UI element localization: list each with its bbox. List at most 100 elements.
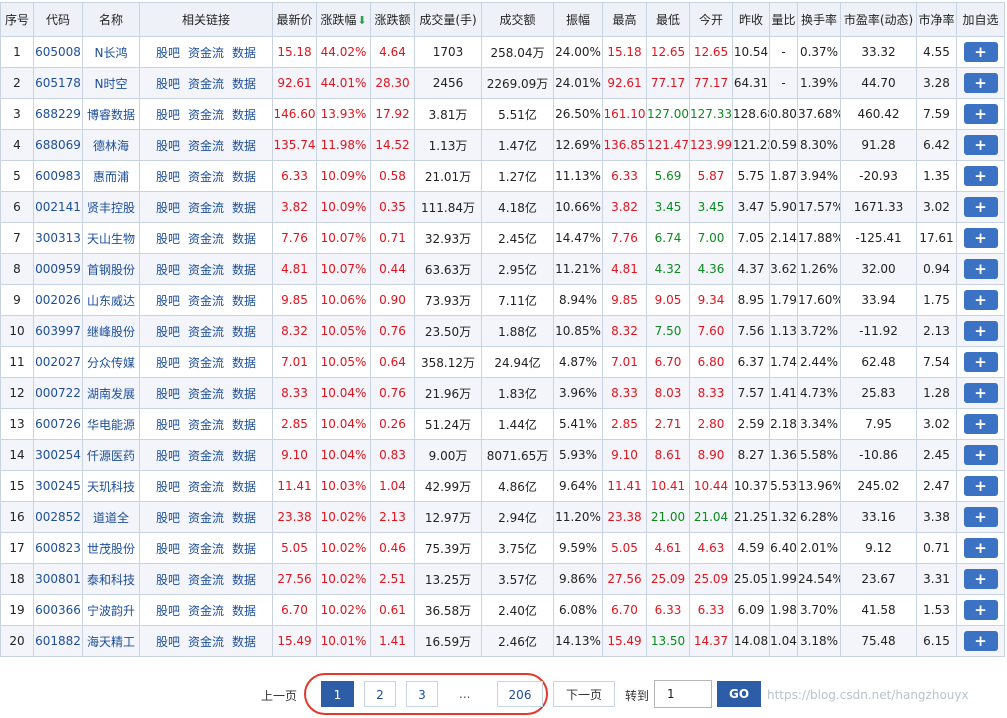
guba-link[interactable]: 股吧 bbox=[156, 387, 180, 401]
stock-name-link[interactable]: 华电能源 bbox=[82, 408, 140, 440]
stock-code-link[interactable]: 600726 bbox=[33, 408, 83, 440]
page-last-button[interactable]: 206 bbox=[497, 681, 543, 707]
fund-flow-link[interactable]: 资金流 bbox=[188, 46, 224, 60]
fund-flow-link[interactable]: 资金流 bbox=[188, 511, 224, 525]
stock-code-link[interactable]: 300245 bbox=[33, 470, 83, 502]
data-link[interactable]: 数据 bbox=[232, 356, 256, 370]
add-watchlist-button[interactable]: + bbox=[963, 104, 998, 124]
stock-name-link[interactable]: 博睿数据 bbox=[82, 98, 140, 130]
stock-code-link[interactable]: 002026 bbox=[33, 284, 83, 316]
stock-code-link[interactable]: 000959 bbox=[33, 253, 83, 285]
guba-link[interactable]: 股吧 bbox=[156, 294, 180, 308]
goto-page-input[interactable] bbox=[654, 680, 712, 708]
stock-name-link[interactable]: 山东威达 bbox=[82, 284, 140, 316]
data-link[interactable]: 数据 bbox=[232, 294, 256, 308]
stock-name-link[interactable]: 宁波韵升 bbox=[82, 594, 140, 626]
next-page-button[interactable]: 下一页 bbox=[553, 681, 615, 707]
add-watchlist-button[interactable]: + bbox=[963, 600, 998, 620]
stock-code-link[interactable]: 605008 bbox=[33, 36, 83, 68]
fund-flow-link[interactable]: 资金流 bbox=[188, 139, 224, 153]
add-watchlist-button[interactable]: + bbox=[963, 228, 998, 248]
fund-flow-link[interactable]: 资金流 bbox=[188, 573, 224, 587]
header-open[interactable]: 今开 bbox=[689, 2, 733, 37]
guba-link[interactable]: 股吧 bbox=[156, 263, 180, 277]
header-amount[interactable]: 成交额 bbox=[481, 2, 554, 37]
stock-code-link[interactable]: 300254 bbox=[33, 439, 83, 471]
fund-flow-link[interactable]: 资金流 bbox=[188, 418, 224, 432]
header-low[interactable]: 最低 bbox=[646, 2, 690, 37]
page-2-button[interactable]: 2 bbox=[364, 681, 396, 707]
fund-flow-link[interactable]: 资金流 bbox=[188, 449, 224, 463]
guba-link[interactable]: 股吧 bbox=[156, 139, 180, 153]
stock-name-link[interactable]: 天玑科技 bbox=[82, 470, 140, 502]
fund-flow-link[interactable]: 资金流 bbox=[188, 387, 224, 401]
stock-name-link[interactable]: N时空 bbox=[82, 67, 140, 99]
add-watchlist-button[interactable]: + bbox=[963, 414, 998, 434]
header-change[interactable]: 涨跌额 bbox=[370, 2, 415, 37]
stock-code-link[interactable]: 000722 bbox=[33, 377, 83, 409]
stock-code-link[interactable]: 688229 bbox=[33, 98, 83, 130]
stock-code-link[interactable]: 603997 bbox=[33, 315, 83, 347]
guba-link[interactable]: 股吧 bbox=[156, 449, 180, 463]
add-watchlist-button[interactable]: + bbox=[963, 321, 998, 341]
stock-code-link[interactable]: 300801 bbox=[33, 563, 83, 595]
add-watchlist-button[interactable]: + bbox=[963, 569, 998, 589]
data-link[interactable]: 数据 bbox=[232, 46, 256, 60]
guba-link[interactable]: 股吧 bbox=[156, 418, 180, 432]
fund-flow-link[interactable]: 资金流 bbox=[188, 77, 224, 91]
header-price[interactable]: 最新价 bbox=[272, 2, 317, 37]
guba-link[interactable]: 股吧 bbox=[156, 46, 180, 60]
add-watchlist-button[interactable]: + bbox=[963, 166, 998, 186]
data-link[interactable]: 数据 bbox=[232, 418, 256, 432]
data-link[interactable]: 数据 bbox=[232, 77, 256, 91]
add-watchlist-button[interactable]: + bbox=[963, 476, 998, 496]
header-pe-ratio[interactable]: 市盈率(动态) bbox=[840, 2, 917, 37]
data-link[interactable]: 数据 bbox=[232, 325, 256, 339]
add-watchlist-button[interactable]: + bbox=[963, 538, 998, 558]
header-prev-close[interactable]: 昨收 bbox=[732, 2, 770, 37]
prev-page-button[interactable]: 上一页 bbox=[261, 687, 297, 704]
data-link[interactable]: 数据 bbox=[232, 201, 256, 215]
stock-name-link[interactable]: 仟源医药 bbox=[82, 439, 140, 471]
guba-link[interactable]: 股吧 bbox=[156, 635, 180, 649]
fund-flow-link[interactable]: 资金流 bbox=[188, 263, 224, 277]
stock-name-link[interactable]: 天山生物 bbox=[82, 222, 140, 254]
data-link[interactable]: 数据 bbox=[232, 635, 256, 649]
add-watchlist-button[interactable]: + bbox=[963, 197, 998, 217]
guba-link[interactable]: 股吧 bbox=[156, 356, 180, 370]
stock-code-link[interactable]: 002141 bbox=[33, 191, 83, 223]
stock-name-link[interactable]: 分众传媒 bbox=[82, 346, 140, 378]
stock-name-link[interactable]: 德林海 bbox=[82, 129, 140, 161]
guba-link[interactable]: 股吧 bbox=[156, 511, 180, 525]
guba-link[interactable]: 股吧 bbox=[156, 232, 180, 246]
stock-name-link[interactable]: 湖南发展 bbox=[82, 377, 140, 409]
add-watchlist-button[interactable]: + bbox=[963, 507, 998, 527]
guba-link[interactable]: 股吧 bbox=[156, 170, 180, 184]
stock-name-link[interactable]: 继峰股份 bbox=[82, 315, 140, 347]
data-link[interactable]: 数据 bbox=[232, 480, 256, 494]
stock-name-link[interactable]: N长鸿 bbox=[82, 36, 140, 68]
data-link[interactable]: 数据 bbox=[232, 449, 256, 463]
guba-link[interactable]: 股吧 bbox=[156, 480, 180, 494]
fund-flow-link[interactable]: 资金流 bbox=[188, 635, 224, 649]
header-turnover[interactable]: 换手率 bbox=[797, 2, 841, 37]
go-button[interactable]: GO bbox=[717, 681, 761, 707]
data-link[interactable]: 数据 bbox=[232, 263, 256, 277]
fund-flow-link[interactable]: 资金流 bbox=[188, 325, 224, 339]
data-link[interactable]: 数据 bbox=[232, 139, 256, 153]
stock-name-link[interactable]: 世茂股份 bbox=[82, 532, 140, 564]
data-link[interactable]: 数据 bbox=[232, 387, 256, 401]
stock-name-link[interactable]: 首钢股份 bbox=[82, 253, 140, 285]
fund-flow-link[interactable]: 资金流 bbox=[188, 356, 224, 370]
page-1-button[interactable]: 1 bbox=[321, 681, 354, 707]
data-link[interactable]: 数据 bbox=[232, 511, 256, 525]
guba-link[interactable]: 股吧 bbox=[156, 77, 180, 91]
data-link[interactable]: 数据 bbox=[232, 604, 256, 618]
guba-link[interactable]: 股吧 bbox=[156, 573, 180, 587]
header-volume-ratio[interactable]: 量比 bbox=[769, 2, 798, 37]
stock-code-link[interactable]: 600366 bbox=[33, 594, 83, 626]
stock-code-link[interactable]: 300313 bbox=[33, 222, 83, 254]
header-pb-ratio[interactable]: 市净率 bbox=[916, 2, 957, 37]
fund-flow-link[interactable]: 资金流 bbox=[188, 294, 224, 308]
stock-name-link[interactable]: 惠而浦 bbox=[82, 160, 140, 192]
